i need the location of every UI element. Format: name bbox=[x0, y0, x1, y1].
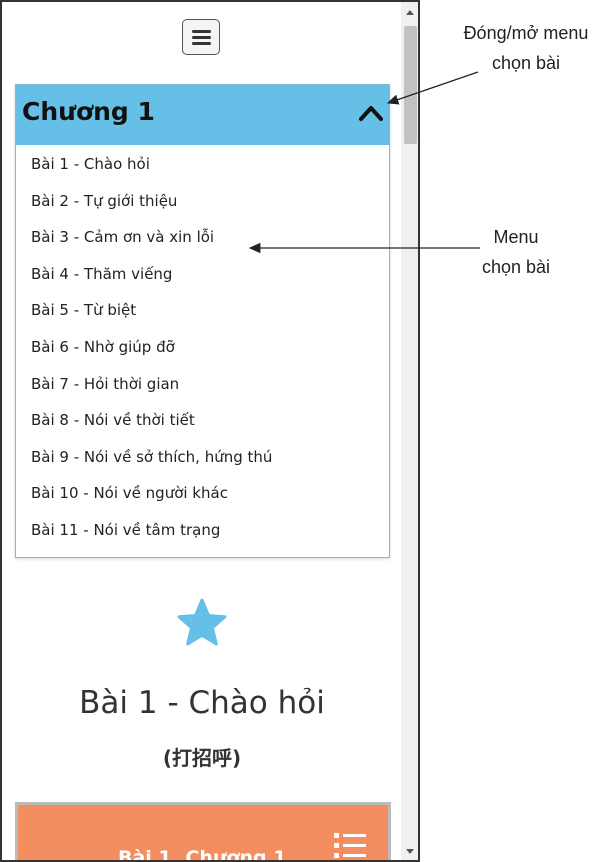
lesson-banner: Bài 1, Chương 1 bbox=[15, 802, 391, 862]
annotation-line: Đóng/mở menu bbox=[463, 23, 589, 43]
scrollbar-thumb[interactable] bbox=[404, 26, 417, 144]
chapter-header[interactable]: Chương 1 bbox=[16, 85, 389, 145]
scroll-down-arrow-icon[interactable] bbox=[406, 849, 414, 854]
lesson-item[interactable]: Bài 1 - Chào hỏi bbox=[31, 149, 272, 186]
lesson-subtitle: (打招呼) bbox=[162, 746, 242, 770]
lesson-item[interactable]: Bài 8 - Nói về thời tiết bbox=[31, 405, 272, 442]
lesson-list: Bài 1 - Chào hỏi Bài 2 - Tự giới thiệu B… bbox=[31, 149, 272, 552]
hamburger-line bbox=[192, 30, 211, 33]
hamburger-menu-button[interactable] bbox=[182, 19, 220, 55]
banner-text: Bài 1, Chương 1 bbox=[118, 847, 287, 862]
lesson-item[interactable]: Bài 3 - Cảm ơn và xin lỗi bbox=[31, 222, 272, 259]
lesson-item[interactable]: Bài 11 - Nói về tâm trạng bbox=[31, 515, 272, 552]
lesson-item[interactable]: Bài 4 - Thăm viếng bbox=[31, 259, 272, 296]
menu-annotation: Menu chọn bài bbox=[456, 222, 576, 282]
lesson-menu-panel: Chương 1 Bài 1 - Chào hỏi Bài 2 - Tự giớ… bbox=[15, 84, 390, 558]
annotation-line: Menu bbox=[493, 227, 539, 247]
toggle-menu-annotation: Đóng/mở menu chọn bài bbox=[446, 18, 600, 78]
lesson-item[interactable]: Bài 10 - Nói về người khác bbox=[31, 478, 272, 515]
hamburger-line bbox=[192, 36, 211, 39]
mobile-screen: Chương 1 Bài 1 - Chào hỏi Bài 2 - Tự giớ… bbox=[0, 0, 420, 862]
chevron-up-icon[interactable] bbox=[356, 101, 386, 125]
scroll-up-arrow-icon[interactable] bbox=[406, 10, 414, 15]
chapter-title: Chương 1 bbox=[22, 97, 155, 126]
annotation-line: chọn bài bbox=[481, 257, 551, 277]
list-icon[interactable] bbox=[334, 831, 366, 861]
hamburger-line bbox=[192, 42, 211, 45]
lesson-item[interactable]: Bài 7 - Hỏi thời gian bbox=[31, 369, 272, 406]
lesson-item[interactable]: Bài 5 - Từ biệt bbox=[31, 295, 272, 332]
lesson-item[interactable]: Bài 2 - Tự giới thiệu bbox=[31, 186, 272, 223]
star-icon[interactable] bbox=[176, 597, 228, 649]
lesson-item[interactable]: Bài 6 - Nhờ giúp đỡ bbox=[31, 332, 272, 369]
annotation-line: chọn bài bbox=[491, 53, 561, 73]
lesson-title: Bài 1 - Chào hỏi bbox=[79, 685, 325, 721]
lesson-item[interactable]: Bài 9 - Nói về sở thích, hứng thú bbox=[31, 442, 272, 479]
vertical-scrollbar[interactable] bbox=[401, 2, 418, 860]
